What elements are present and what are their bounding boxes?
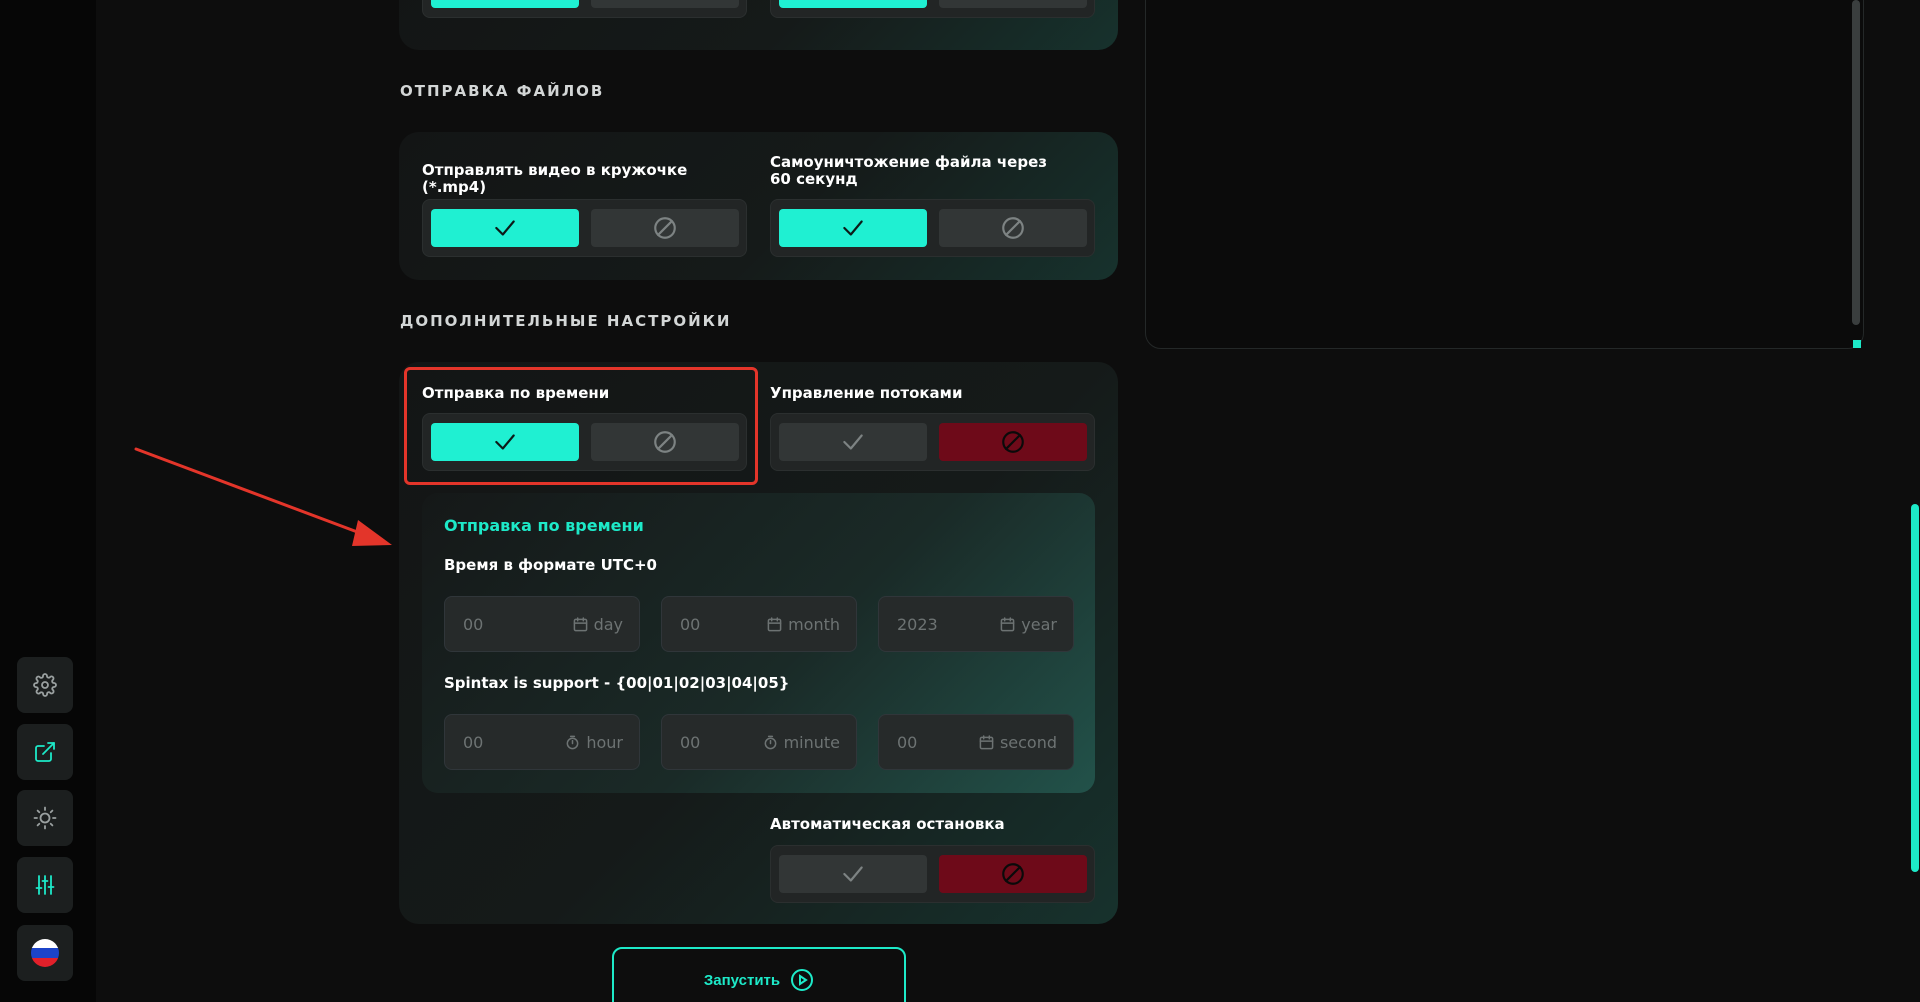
previous-toggle-1 [422, 0, 747, 18]
spintax-label: Spintax is support - {00|01|02|03|04|05} [444, 674, 790, 692]
calendar-icon [1000, 616, 1015, 631]
log-panel-scrollbar[interactable] [1852, 0, 1860, 325]
scheduled-send-disable[interactable] [591, 423, 739, 461]
auto-stop-enable[interactable] [779, 855, 927, 893]
thread-control-enable[interactable] [779, 423, 927, 461]
block-icon [654, 431, 676, 453]
round-video-toggle [422, 199, 747, 257]
second-input[interactable] [897, 732, 979, 752]
block-icon [1002, 431, 1024, 453]
stopwatch-icon [566, 735, 579, 749]
start-button-label: Запустить [703, 971, 781, 989]
option-label-thread-control: Управление потоками [770, 384, 963, 402]
enable-segment[interactable] [431, 0, 579, 8]
block-icon [1002, 863, 1024, 885]
open-external-button[interactable] [17, 724, 73, 780]
gear-icon [33, 673, 57, 697]
resize-handle[interactable] [1853, 340, 1861, 348]
day-unit: day [593, 614, 623, 634]
minute-field[interactable]: minute [661, 714, 857, 770]
round-video-enable[interactable] [431, 209, 579, 247]
hour-input[interactable] [463, 732, 566, 752]
month-input[interactable] [680, 614, 768, 634]
self-destruct-enable[interactable] [779, 209, 927, 247]
auto-stop-toggle [770, 845, 1095, 903]
sun-icon [33, 806, 57, 830]
check-icon [495, 220, 515, 236]
check-icon [843, 220, 863, 236]
self-destruct-toggle [770, 199, 1095, 257]
block-icon [1000, 0, 1026, 2]
scheduled-send-panel: Отправка по времени Время в формате UTC+… [422, 493, 1095, 793]
block-icon [1002, 217, 1024, 239]
start-button[interactable]: Запустить [612, 947, 906, 1002]
minute-input[interactable] [680, 732, 763, 752]
check-icon [495, 434, 515, 450]
filters-button[interactable] [17, 857, 73, 913]
second-field[interactable]: second [878, 714, 1074, 770]
play-circle-icon [791, 969, 814, 991]
sidebar [0, 0, 96, 1002]
month-unit: month [788, 614, 840, 634]
thread-control-disable[interactable] [939, 423, 1087, 461]
option-label-self-destruct: Самоуничтожение файла через 60 секунд [770, 153, 1047, 188]
disable-segment[interactable] [939, 0, 1087, 8]
log-panel [1145, 0, 1864, 349]
auto-stop-disable[interactable] [939, 855, 1087, 893]
scheduled-send-toggle [422, 413, 747, 471]
section-title-files: ОТПРАВКА ФАЙЛОВ [400, 82, 605, 100]
second-unit: second [999, 732, 1057, 752]
option-label-round-video: Отправлять видео в кружочке (*.mp4) [422, 161, 688, 196]
hour-unit: hour [586, 732, 623, 752]
round-video-disable[interactable] [591, 209, 739, 247]
minute-unit: minute [783, 732, 840, 752]
year-input[interactable] [897, 614, 1001, 634]
self-destruct-disable[interactable] [939, 209, 1087, 247]
year-field[interactable]: year [878, 596, 1074, 652]
option-label-auto-stop: Автоматическая остановка [770, 815, 1005, 833]
block-icon [652, 0, 678, 2]
check-icon [843, 434, 863, 450]
scheduled-send-enable[interactable] [431, 423, 579, 461]
calendar-icon [767, 616, 782, 631]
panel-title: Отправка по времени [444, 516, 644, 535]
stopwatch-icon [764, 735, 776, 749]
year-unit: year [1021, 614, 1057, 634]
settings-button[interactable] [17, 657, 73, 713]
section-title-extra: ДОПОЛНИТЕЛЬНЫЕ НАСТРОЙКИ [400, 312, 732, 330]
check-icon [840, 0, 866, 2]
page-scrollbar-thumb[interactable] [1911, 504, 1919, 872]
calendar-icon [979, 734, 994, 749]
calendar-icon [573, 616, 587, 631]
utc-format-label: Время в формате UTC+0 [444, 556, 657, 574]
language-button[interactable] [17, 925, 73, 981]
option-label-scheduled-send: Отправка по времени [422, 384, 610, 402]
external-link-icon [35, 742, 55, 762]
russia-flag-icon [31, 939, 59, 967]
block-icon [654, 217, 676, 239]
hour-field[interactable]: hour [444, 714, 640, 770]
enable-segment[interactable] [779, 0, 927, 8]
previous-toggle-2 [770, 0, 1095, 18]
disable-segment[interactable] [591, 0, 739, 8]
day-input[interactable] [463, 614, 573, 634]
day-field[interactable]: day [444, 596, 640, 652]
check-icon [492, 0, 518, 2]
check-icon [843, 866, 863, 882]
thread-control-toggle [770, 413, 1095, 471]
sliders-icon [35, 875, 55, 895]
theme-toggle-button[interactable] [17, 790, 73, 846]
month-field[interactable]: month [661, 596, 857, 652]
